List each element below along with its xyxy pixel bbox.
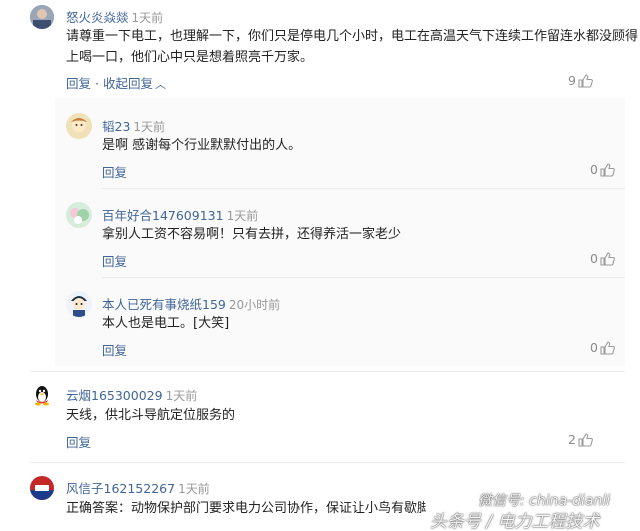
comment-author[interactable]: 风信子162152267 1天前: [66, 478, 210, 497]
like-count: 0: [590, 162, 598, 177]
collapse-replies-button[interactable]: 收起回复: [103, 76, 153, 91]
like-button[interactable]: 9: [568, 73, 593, 88]
divider: [102, 188, 625, 189]
comment-text-line: 上喝一口，他们心中只是想着照亮千万家。: [66, 50, 314, 65]
comment-text-line: 请尊重一下电工，也理解一下，你们只是停电几个小时，电工在高温天气下连续工作留连水…: [66, 29, 639, 44]
avatar[interactable]: [66, 113, 92, 139]
avatar[interactable]: [30, 5, 54, 29]
avatar[interactable]: [30, 383, 54, 407]
avatar[interactable]: [66, 291, 92, 317]
comment-time: 1天前: [226, 209, 259, 223]
comment-time: 20小时前: [228, 298, 281, 312]
avatar[interactable]: [30, 476, 54, 500]
like-count: 0: [590, 340, 598, 355]
thumbs-up-icon[interactable]: [600, 251, 615, 266]
comment-author[interactable]: 怒火炎焱燚 1天前: [66, 7, 163, 26]
reply-text: 本人也是电工。[大笑]: [102, 316, 230, 331]
like-count: 9: [568, 73, 576, 88]
thumbs-up-icon[interactable]: [600, 162, 615, 177]
like-button[interactable]: 0: [590, 340, 615, 355]
reply-button[interactable]: 回复: [102, 340, 127, 359]
comment-time: 1天前: [133, 120, 166, 134]
reply-text: 拿别人工资不容易啊！只有去拼，还得养活一家老少: [102, 227, 402, 242]
reply-button[interactable]: 回复: [102, 251, 127, 270]
like-count: 0: [590, 251, 598, 266]
thumbs-up-icon[interactable]: [578, 432, 593, 447]
reply-author[interactable]: 韬23 1天前: [102, 116, 165, 135]
like-button[interactable]: 0: [590, 251, 615, 266]
reply-actions: 回复 · 收起回复 ︿: [66, 73, 166, 92]
avatar[interactable]: [66, 202, 92, 228]
divider: [30, 462, 625, 463]
separator-dot: ·: [91, 76, 103, 91]
reply-button[interactable]: 回复: [102, 162, 127, 181]
comment-time: 1天前: [131, 11, 164, 25]
divider: [102, 277, 625, 278]
reply-button[interactable]: 回复: [66, 432, 91, 451]
author-name[interactable]: 本人已死有事烧纸159: [102, 297, 226, 312]
author-name[interactable]: 云烟165300029: [66, 388, 163, 403]
divider: [30, 371, 625, 372]
author-name[interactable]: 百年好合147609131: [102, 208, 224, 223]
like-button[interactable]: 2: [568, 432, 593, 447]
comment-author[interactable]: 云烟165300029 1天前: [66, 385, 197, 404]
thumbs-up-icon[interactable]: [600, 340, 615, 355]
watermark-toutiao: 头条号 / 电力工程技术: [430, 512, 600, 531]
like-button[interactable]: 0: [590, 162, 615, 177]
comment-text: 正确答案：动物保护部门要求电力公司协作，保证让小鸟有歇脚的安全……: [66, 501, 426, 516]
comment-time: 1天前: [178, 482, 210, 496]
reply-button[interactable]: 回复: [66, 76, 91, 91]
comment-text: 请尊重一下电工，也理解一下，你们只是停电几个小时，电工在高温天气下连续工作留连水…: [66, 26, 639, 68]
author-name[interactable]: 怒火炎焱燚: [66, 10, 129, 25]
thumbs-up-icon[interactable]: [578, 73, 593, 88]
comment-time: 1天前: [165, 389, 198, 403]
reply-author[interactable]: 本人已死有事烧纸159 20小时前: [102, 294, 280, 313]
author-name[interactable]: 韬23: [102, 119, 130, 134]
author-name[interactable]: 风信子162152267: [66, 481, 175, 496]
reply-author[interactable]: 百年好合147609131 1天前: [102, 205, 258, 224]
reply-text: 是啊 感谢每个行业默默付出的人。: [102, 138, 302, 153]
like-count: 2: [568, 432, 576, 447]
chevron-up-icon[interactable]: ︿: [155, 78, 166, 91]
comment-text: 天线，供北斗导航定位服务的: [66, 408, 236, 423]
